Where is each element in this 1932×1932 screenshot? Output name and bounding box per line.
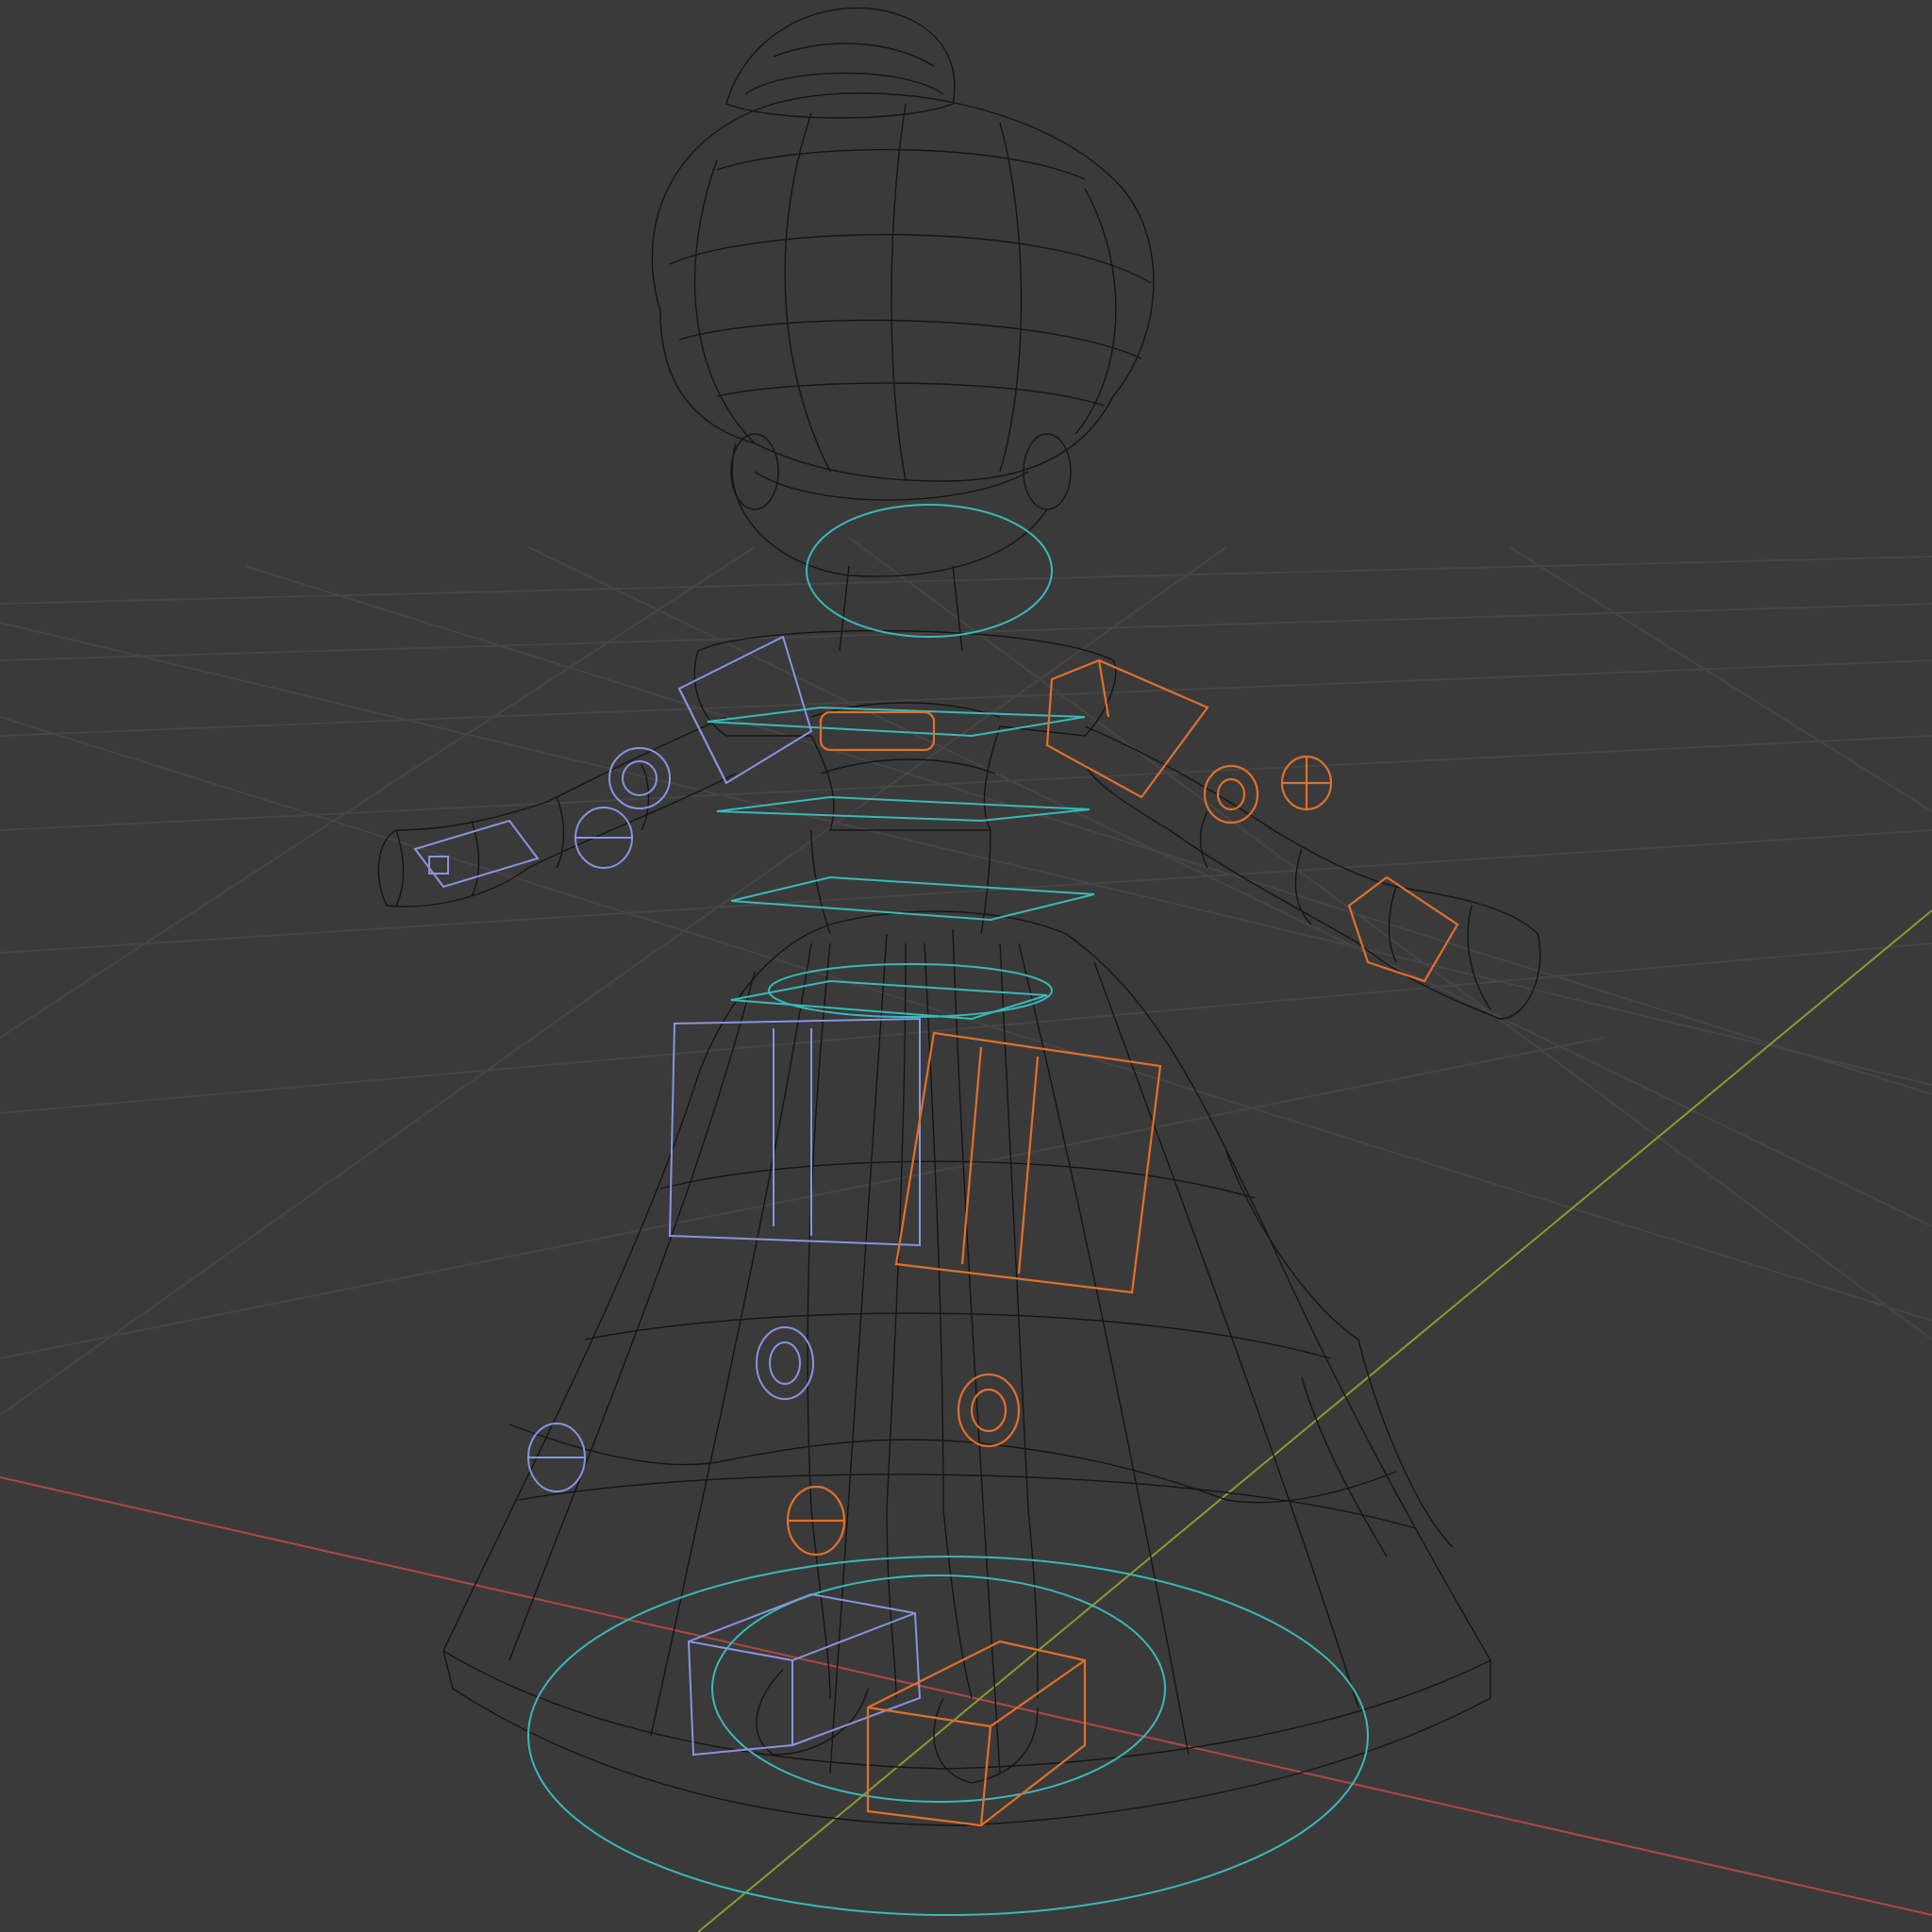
- y-axis-line: [697, 909, 1932, 1932]
- knee-ring-left[interactable]: [756, 1326, 814, 1400]
- root-circle[interactable]: [527, 1556, 1369, 1916]
- foot-box-left[interactable]: [687, 1592, 922, 1757]
- center-controls[interactable]: [527, 504, 1369, 1916]
- spine-plane[interactable]: [716, 795, 1091, 823]
- elbow-ring-right[interactable]: [1203, 764, 1259, 824]
- hip-ring[interactable]: [768, 963, 1053, 1018]
- knee-ring-right[interactable]: [957, 1373, 1021, 1448]
- hand-box-left[interactable]: [413, 819, 540, 889]
- hip-plane[interactable]: [730, 875, 1095, 922]
- left-side-controls[interactable]: [413, 635, 922, 1757]
- floor-grid: [0, 537, 1932, 1416]
- neck-ellipse[interactable]: [806, 504, 1053, 638]
- 3d-viewport[interactable]: [0, 0, 1932, 1932]
- x-axis-line: [0, 1476, 1932, 1916]
- viewport-canvas[interactable]: [0, 0, 1932, 1932]
- shoulder-box-left[interactable]: [677, 635, 813, 785]
- foot-box-right[interactable]: [866, 1640, 1087, 1827]
- root-inner-circle[interactable]: [711, 1574, 1166, 1803]
- shoulder-box-right[interactable]: [1045, 658, 1209, 799]
